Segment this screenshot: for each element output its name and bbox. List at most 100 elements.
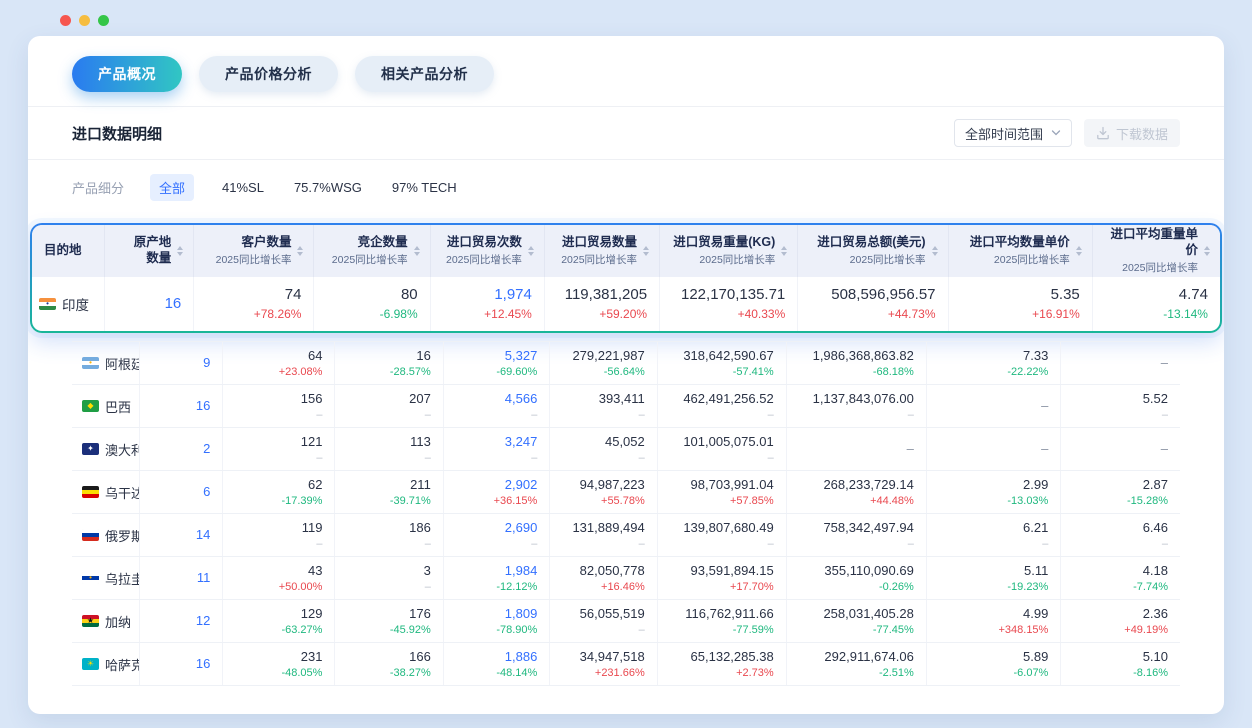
origin-count-link[interactable]: 16	[165, 294, 182, 314]
table-row[interactable]: ☀哈萨克斯坦16231-48.05%166-38.27%1,886-48.14%…	[72, 643, 1180, 686]
cell-value: 758,342,497.94	[823, 519, 913, 537]
cell-value: 65,132,285.38	[691, 648, 774, 666]
destination-cell: 乌干达	[72, 471, 140, 513]
app-card: 产品概况产品价格分析相关产品分析 进口数据明细 全部时间范围 下载数据 产品细分…	[28, 36, 1224, 714]
origin-count-link[interactable]: 16	[196, 397, 210, 415]
table-cell: 2,902+36.15%	[444, 471, 551, 513]
tab-product-price-analysis[interactable]: 产品价格分析	[199, 56, 338, 92]
sort-carets[interactable]	[641, 244, 651, 258]
cell-value: 5.10	[1143, 648, 1168, 666]
origin-count-link[interactable]: 2	[203, 440, 210, 458]
sort-carets[interactable]	[1202, 244, 1212, 258]
sort-desc-icon	[1204, 252, 1210, 256]
filter-option-tech[interactable]: 97% TECH	[390, 176, 459, 199]
table-cell: –	[1061, 428, 1180, 470]
sort-carets[interactable]	[412, 244, 422, 258]
time-range-value: 全部时间范围	[965, 124, 1043, 143]
growth-badge: –	[425, 451, 431, 465]
destination-name: 阿根廷	[105, 354, 140, 373]
header-text: 目的地	[44, 243, 82, 259]
download-button[interactable]: 下载数据	[1084, 119, 1180, 147]
filter-option-wsg[interactable]: 75.7%WSG	[292, 176, 364, 199]
filter-option-sl[interactable]: 41%SL	[220, 176, 266, 199]
header-title: 进口贸易重量(KG)	[673, 235, 775, 251]
table-cell: 82,050,778+16.46%	[550, 557, 657, 599]
growth-badge: –	[768, 537, 774, 551]
origin-count-cell: 9	[140, 342, 223, 384]
origin-count-link[interactable]: 6	[203, 483, 210, 501]
table-row[interactable]: •阿根廷964+23.08%16-28.57%5,327-69.60%279,2…	[72, 342, 1180, 385]
header-title: 原产地 数量	[134, 235, 172, 266]
tab-product-overview[interactable]: 产品概况	[72, 56, 182, 92]
close-button[interactable]	[60, 15, 71, 26]
sort-carets[interactable]	[779, 244, 789, 258]
header-cell: 客户数量2025同比增长率	[194, 225, 314, 277]
table-cell: 207–	[335, 385, 443, 427]
sort-carets[interactable]	[175, 244, 185, 258]
trade-count-link[interactable]: 1,886	[505, 648, 538, 666]
trade-count-link[interactable]: 3,247	[505, 433, 538, 451]
origin-count-cell: 12	[140, 600, 223, 642]
header-cell: 竞企数量2025同比增长率	[314, 225, 430, 277]
flag-emblem: ◆	[82, 400, 99, 412]
table-cell: 393,411–	[550, 385, 657, 427]
table-row[interactable]: 乌干达662-17.39%211-39.71%2,902+36.15%94,98…	[72, 471, 1180, 514]
destination-name: 乌拉圭	[105, 569, 140, 588]
growth-badge: +50.00%	[279, 580, 323, 594]
trade-count-link[interactable]: 2,690	[505, 519, 538, 537]
header-title: 进口贸易总额(美元)	[817, 235, 925, 251]
growth-badge: -12.12%	[496, 580, 537, 594]
origin-count-link[interactable]: 11	[197, 569, 211, 587]
growth-badge: -77.59%	[733, 623, 774, 637]
flag-stripe	[82, 494, 99, 498]
growth-badge: -6.07%	[1013, 666, 1048, 680]
table-row[interactable]: •乌拉圭1143+50.00%3–1,984-12.12%82,050,778+…	[72, 557, 1180, 600]
table-cell: 258,031,405.28-77.45%	[787, 600, 927, 642]
cell-value: –	[1161, 440, 1168, 458]
origin-count-link[interactable]: 14	[196, 526, 210, 544]
origin-count-link[interactable]: 12	[196, 612, 210, 630]
table-cell: 156–	[223, 385, 335, 427]
growth-badge: –	[316, 451, 322, 465]
cell-value: 462,491,256.52	[683, 390, 773, 408]
origin-count-link[interactable]: 16	[196, 655, 210, 673]
growth-badge: -48.14%	[496, 666, 537, 680]
tab-related-product-analysis[interactable]: 相关产品分析	[355, 56, 494, 92]
cell-value: 258,031,405.28	[823, 605, 913, 623]
growth-badge: –	[425, 537, 431, 551]
sort-carets[interactable]	[930, 244, 940, 258]
cell-value: 393,411	[599, 390, 645, 408]
table-cell: 45,052–	[550, 428, 657, 470]
flag-emblem: ✦	[82, 443, 99, 455]
sort-carets[interactable]	[526, 244, 536, 258]
cell-value: 34,947,518	[580, 648, 645, 666]
table-row[interactable]: ◆巴西16156–207–4,566–393,411–462,491,256.5…	[72, 385, 1180, 428]
trade-count-link[interactable]: 4,566	[505, 390, 538, 408]
growth-badge: –	[768, 408, 774, 422]
cell-value: 94,987,223	[580, 476, 645, 494]
trade-count-link[interactable]: 1,974	[494, 285, 532, 305]
sort-carets[interactable]	[295, 244, 305, 258]
minimize-button[interactable]	[79, 15, 90, 26]
time-range-select[interactable]: 全部时间范围	[954, 119, 1072, 147]
trade-count-link[interactable]: 1,809	[505, 605, 538, 623]
table-cell: 166-38.27%	[335, 643, 443, 685]
table-row[interactable]: ★加纳12129-63.27%176-45.92%1,809-78.90%56,…	[72, 600, 1180, 643]
table-cell: 2.99-13.03%	[927, 471, 1062, 513]
filter-option-all[interactable]: 全部	[150, 174, 194, 201]
zoom-button[interactable]	[98, 15, 109, 26]
trade-count-link[interactable]: 2,902	[505, 476, 538, 494]
table-row[interactable]: 俄罗斯14119–186–2,690–131,889,494–139,807,6…	[72, 514, 1180, 557]
highlight-row[interactable]: •印度1674+78.26%80-6.98%1,974+12.45%119,38…	[32, 277, 1220, 331]
flag-emblem: ★	[82, 615, 99, 627]
growth-badge: +49.19%	[1124, 623, 1168, 637]
origin-count-link[interactable]: 9	[203, 354, 210, 372]
header-text: 客户数量2025同比增长率	[216, 235, 292, 268]
sort-carets[interactable]	[1074, 244, 1084, 258]
trade-count-link[interactable]: 1,984	[505, 562, 538, 580]
table-cell: 318,642,590.67-57.41%	[658, 342, 787, 384]
header-subtitle: 2025同比增长率	[817, 252, 925, 267]
table-cell: 122,170,135.71+40.33%	[660, 277, 798, 331]
trade-count-link[interactable]: 5,327	[505, 347, 538, 365]
table-row[interactable]: ✦澳大利亚2121–113–3,247–45,052–101,005,075.0…	[72, 428, 1180, 471]
